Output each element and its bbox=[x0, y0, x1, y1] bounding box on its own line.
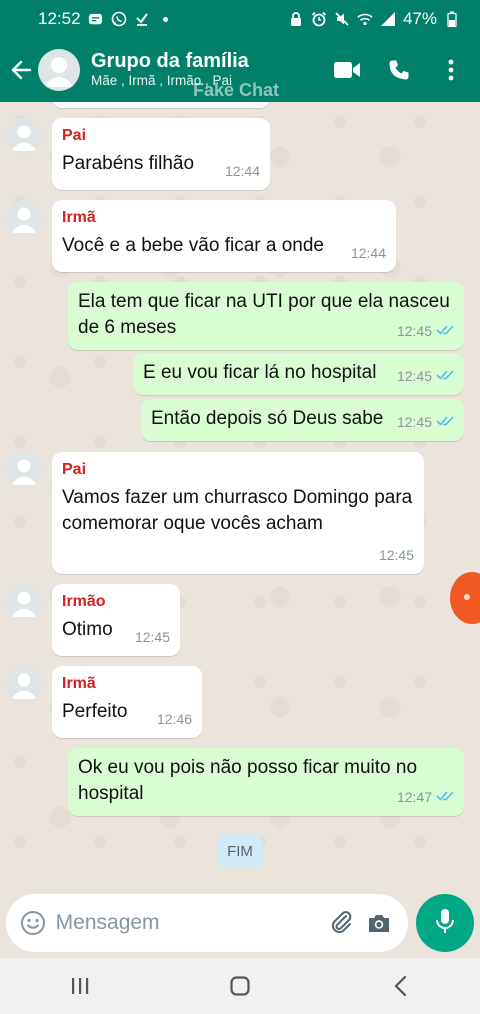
mic-button[interactable] bbox=[416, 894, 474, 952]
sender-avatar[interactable] bbox=[6, 584, 42, 620]
message-meta: 12:44 bbox=[351, 240, 386, 266]
message-input[interactable] bbox=[55, 911, 327, 935]
read-ticks-icon bbox=[436, 363, 454, 389]
message-meta: 12:45 bbox=[397, 409, 454, 435]
message-bubble-in[interactable]: Irmã Você e a bebe vão ficar a onde 12:4… bbox=[52, 200, 396, 272]
alarm-icon bbox=[311, 11, 327, 27]
chat-title: Grupo da família bbox=[91, 50, 249, 72]
sender-name: Pai bbox=[62, 461, 87, 478]
lock-icon bbox=[288, 11, 304, 27]
message-bubble-out[interactable]: E eu vou ficar lá no hospital 12:45 bbox=[133, 353, 464, 395]
message-time: 12:45 bbox=[396, 414, 432, 430]
message-time: 12:45 bbox=[396, 323, 432, 339]
status-time: 12:52 bbox=[38, 9, 81, 28]
watermark: Fake Chat bbox=[193, 80, 280, 100]
status-bar: 12:52 47% bbox=[0, 0, 480, 38]
message-meta: 12:45 bbox=[397, 363, 454, 389]
message-meta: 12:47 bbox=[397, 784, 454, 810]
sender-name: Irmã bbox=[62, 209, 96, 226]
message-meta: 12:45 bbox=[135, 624, 170, 650]
battery-icon bbox=[444, 11, 460, 27]
download-icon bbox=[134, 11, 150, 27]
message-time: 12:45 bbox=[134, 629, 170, 645]
message-icon bbox=[88, 11, 104, 27]
message-time: 12:47 bbox=[396, 789, 432, 805]
system-label: FIM bbox=[217, 834, 263, 868]
message-text: Vamos fazer um churrasco Domingo para co… bbox=[62, 487, 413, 534]
message-bubble-in[interactable]: Pai Vamos fazer um churrasco Domingo par… bbox=[52, 452, 424, 574]
message-bubble-out[interactable]: Ela tem que ficar na UTI por que ela nas… bbox=[68, 282, 464, 350]
notification-dot bbox=[162, 16, 168, 22]
battery-percent: 47% bbox=[402, 9, 437, 28]
floating-bubble[interactable] bbox=[450, 572, 480, 624]
wifi-icon bbox=[357, 11, 373, 27]
message-time: 12:46 bbox=[156, 711, 192, 727]
message-time: 12:44 bbox=[350, 245, 386, 261]
message-bubble-out[interactable]: Ok eu vou pois não posso ficar muito no … bbox=[68, 748, 464, 816]
header-actions bbox=[330, 53, 480, 87]
phone-icon[interactable] bbox=[382, 53, 416, 87]
sender-name: Irmã bbox=[62, 675, 96, 692]
attach-icon[interactable] bbox=[327, 906, 357, 940]
emoji-icon[interactable] bbox=[18, 906, 48, 940]
message-text: Você e a bebe vão ficar a onde bbox=[62, 235, 324, 256]
status-right: 47% bbox=[288, 9, 460, 29]
signal-icon bbox=[380, 11, 396, 27]
message-bubble-in[interactable]: Irmão Otimo 12:45 bbox=[52, 584, 180, 656]
home-icon[interactable] bbox=[210, 964, 270, 1008]
back-arrow-icon[interactable] bbox=[4, 38, 38, 102]
chat-area[interactable]: Pai Parabéns filhão 12:44 Irmã Você e a … bbox=[0, 102, 480, 888]
sender-name: Irmão bbox=[62, 593, 106, 610]
message-bubble-in[interactable]: Irmã Perfeito 12:46 bbox=[52, 666, 202, 738]
message-meta: 12:45 bbox=[379, 542, 414, 568]
message-meta: 12:44 bbox=[225, 158, 260, 184]
system-nav-bar bbox=[0, 958, 480, 1014]
sender-name: Pai bbox=[62, 127, 87, 144]
sender-avatar[interactable] bbox=[6, 118, 42, 154]
message-time: 12:44 bbox=[224, 163, 260, 179]
mic-icon bbox=[434, 908, 456, 939]
recent-apps-icon[interactable] bbox=[50, 964, 110, 1008]
sender-avatar[interactable] bbox=[6, 666, 42, 702]
message-bubble-in[interactable]: Pai Parabéns filhão 12:44 bbox=[52, 118, 270, 190]
message-bubble-out[interactable]: Então depois só Deus sabe 12:45 bbox=[141, 399, 464, 441]
message-meta: 12:46 bbox=[157, 706, 192, 732]
message-bubble-partial bbox=[52, 102, 270, 108]
back-nav-icon[interactable] bbox=[370, 964, 430, 1008]
group-avatar[interactable] bbox=[38, 49, 80, 91]
camera-icon[interactable] bbox=[364, 906, 394, 940]
message-meta: 12:45 bbox=[397, 318, 454, 344]
sender-avatar[interactable] bbox=[6, 452, 42, 488]
read-ticks-icon bbox=[436, 784, 454, 810]
whatsapp-icon bbox=[111, 11, 127, 27]
sender-avatar[interactable] bbox=[6, 200, 42, 236]
video-call-icon[interactable] bbox=[330, 53, 364, 87]
input-row bbox=[0, 888, 480, 958]
mute-icon bbox=[334, 11, 350, 27]
read-ticks-icon bbox=[436, 318, 454, 344]
message-time: 12:45 bbox=[378, 547, 414, 563]
message-input-box bbox=[6, 894, 408, 952]
more-vert-icon[interactable] bbox=[434, 53, 468, 87]
read-ticks-icon bbox=[436, 409, 454, 435]
status-left: 12:52 bbox=[38, 9, 168, 29]
message-time: 12:45 bbox=[396, 368, 432, 384]
